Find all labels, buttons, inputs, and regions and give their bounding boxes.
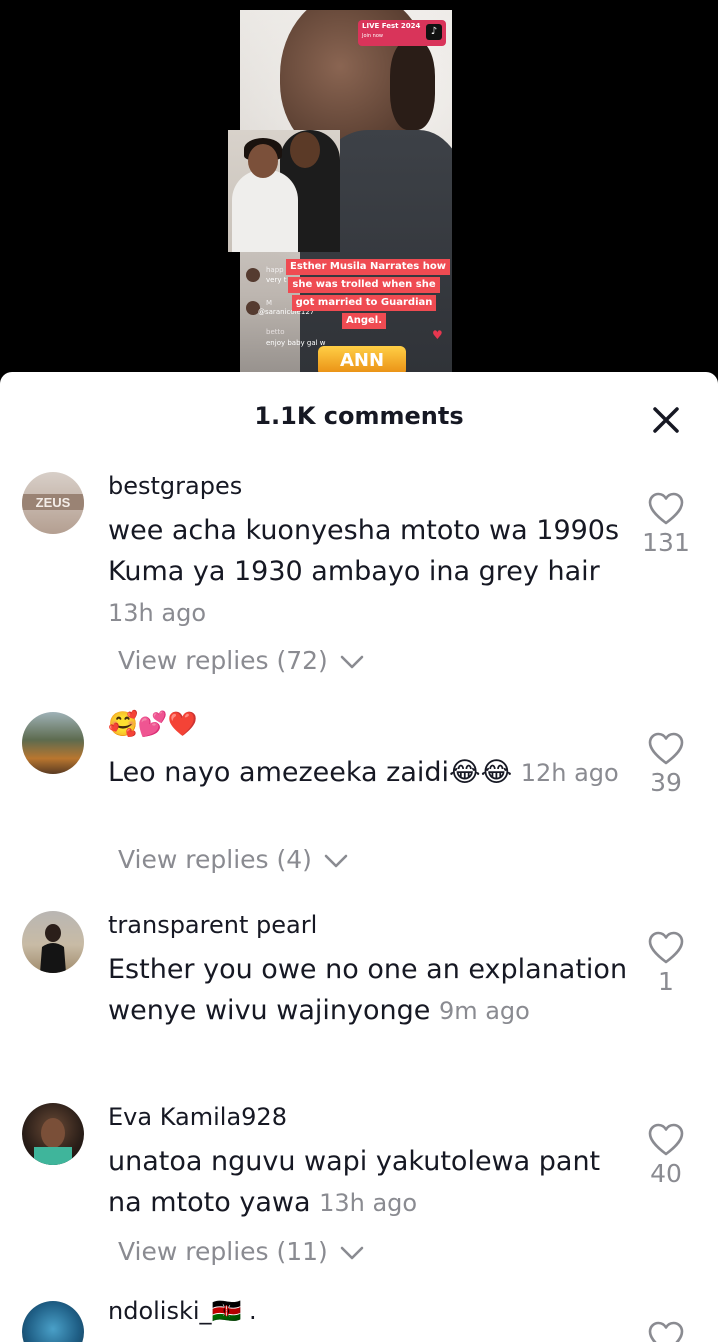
like-count: 40 xyxy=(650,1159,682,1188)
svg-text:ZEUS: ZEUS xyxy=(36,495,71,510)
like-button[interactable]: 1 xyxy=(636,931,696,996)
heart-outline-icon xyxy=(648,732,684,765)
live-chat-text: enjoy baby gal w xyxy=(266,339,326,347)
video-caption: Esther Musila Narrates how she was troll… xyxy=(286,259,450,331)
avatar[interactable] xyxy=(22,712,84,774)
comment-timestamp: 13h ago xyxy=(319,1189,418,1217)
comments-sheet: 1.1K comments ZEUS bestgrapes wee acha k… xyxy=(0,372,718,1342)
comment-username[interactable]: ndoliski_🇰🇪 . xyxy=(108,1297,257,1325)
chevron-down-icon xyxy=(340,1246,364,1260)
avatar[interactable] xyxy=(22,1103,84,1165)
live-fest-badge[interactable]: LIVE Fest 2024 Join now ♪ xyxy=(358,20,446,46)
view-replies-button[interactable]: View replies (4) xyxy=(118,845,348,874)
tiktok-logo-icon: ♪ xyxy=(426,24,442,40)
live-chat-item: happ very t xyxy=(246,266,290,299)
comment-text: Leo nayo amezeeka zaidi😂😂 12h ago xyxy=(108,757,619,788)
chevron-down-icon xyxy=(324,854,348,868)
live-chat-overlay: happ very t M xyxy=(246,266,290,332)
chevron-down-icon xyxy=(340,655,364,669)
comments-count-title: 1.1K comments xyxy=(254,402,464,430)
like-count: 131 xyxy=(642,528,690,557)
comment-text: unatoa nguvu wapi yakutolewa pant na mto… xyxy=(108,1146,601,1218)
close-icon[interactable] xyxy=(646,400,686,440)
like-count: 39 xyxy=(650,768,682,797)
comment-timestamp: 12h ago xyxy=(520,759,619,787)
like-count: 1 xyxy=(658,967,674,996)
avatar[interactable] xyxy=(22,911,84,973)
comment-username[interactable]: Eva Kamila928 xyxy=(108,1103,287,1131)
comment-username[interactable]: 🥰💕❤️ xyxy=(108,710,198,738)
heart-outline-icon xyxy=(648,1123,684,1156)
avatar[interactable] xyxy=(22,1301,84,1342)
live-chat-name: betto xyxy=(266,328,285,336)
like-button[interactable]: 39 xyxy=(636,732,696,797)
view-replies-button[interactable]: View replies (72) xyxy=(118,646,364,675)
comment-username[interactable]: transparent pearl xyxy=(108,911,317,939)
avatar[interactable]: ZEUS xyxy=(22,472,84,534)
comment-text: Esther you owe no one an explanation wen… xyxy=(108,954,628,1026)
comment-text: wee acha kuonyesha mtoto wa 1990s Kuma y… xyxy=(108,515,620,627)
tiktok-comments-screen: LIVE Fest 2024 Join now ♪ happ very t M … xyxy=(0,0,718,1342)
heart-outline-icon xyxy=(648,1321,684,1342)
heart-outline-icon xyxy=(648,931,684,964)
video-player[interactable]: LIVE Fest 2024 Join now ♪ happ very t M … xyxy=(0,0,718,400)
avatar xyxy=(246,268,260,282)
heart-outline-icon xyxy=(648,492,684,525)
like-button[interactable]: 40 xyxy=(636,1123,696,1188)
comment-username[interactable]: bestgrapes xyxy=(108,472,242,500)
zeus-logo-icon: ZEUS xyxy=(22,494,84,510)
comment-timestamp: 13h ago xyxy=(108,599,207,627)
like-button[interactable] xyxy=(636,1321,696,1342)
comment-timestamp: 9m ago xyxy=(438,997,530,1025)
view-replies-button[interactable]: View replies (11) xyxy=(118,1237,364,1266)
couple-photo-inset xyxy=(228,130,340,252)
like-button[interactable]: 131 xyxy=(636,492,696,557)
